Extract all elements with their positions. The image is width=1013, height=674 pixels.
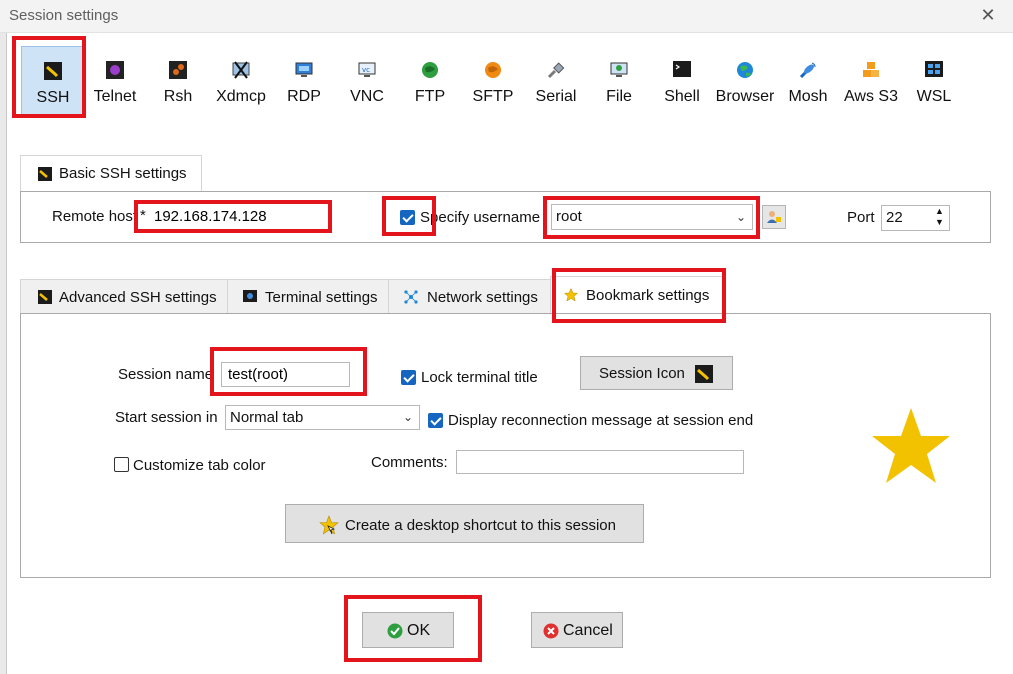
lock-terminal-title-checkbox[interactable]	[401, 370, 416, 385]
ssh-key-icon	[695, 365, 713, 383]
session-name-label: Session name	[118, 366, 214, 383]
rsh-icon	[169, 61, 187, 79]
rdp-monitor-icon	[295, 62, 313, 77]
ftp-globe-icon	[422, 62, 438, 78]
annotation-box-remote-host	[134, 200, 332, 233]
customize-tab-color-checkbox[interactable]	[114, 457, 129, 472]
annotation-box-session-name	[210, 347, 367, 396]
cancel-button[interactable]: Cancel	[531, 612, 623, 648]
protocol-telnet[interactable]: Telnet	[84, 46, 146, 116]
annotation-box-ssh	[12, 36, 86, 118]
session-icon-button-label: Session Icon	[599, 365, 685, 382]
network-icon	[404, 290, 418, 304]
xdmcp-icon	[232, 61, 250, 79]
title-bar: Session settings ✕	[0, 0, 1013, 33]
tab-label: Network settings	[427, 289, 538, 306]
port-value: 22	[886, 209, 903, 226]
close-icon[interactable]: ✕	[978, 5, 998, 25]
cancel-circle-icon	[543, 623, 559, 639]
large-star-icon	[872, 408, 950, 483]
browser-globe-icon	[737, 62, 753, 78]
protocol-sftp[interactable]: SFTP	[462, 46, 524, 116]
tab-advanced-ssh-settings[interactable]: Advanced SSH settings	[20, 279, 229, 314]
tab-label: Terminal settings	[265, 289, 378, 306]
lock-terminal-title-label: Lock terminal title	[421, 369, 538, 386]
star-shortcut-icon	[319, 515, 339, 535]
session-icon-button[interactable]: Session Icon	[580, 356, 733, 390]
protocol-wsl[interactable]: WSL	[903, 46, 965, 116]
cancel-label: Cancel	[563, 622, 613, 639]
mosh-satellite-icon	[799, 62, 816, 79]
vnc-icon: vc	[358, 62, 376, 77]
create-desktop-shortcut-label: Create a desktop shortcut to this sessio…	[345, 517, 616, 534]
display-reconnection-checkbox[interactable]	[428, 413, 443, 428]
protocol-serial[interactable]: Serial	[525, 46, 587, 116]
user-manager-button[interactable]	[762, 205, 786, 229]
svg-text:vc: vc	[362, 66, 370, 74]
annotation-box-ok	[344, 595, 482, 662]
display-reconnection-label: Display reconnection message at session …	[448, 412, 754, 429]
tab-label: Basic SSH settings	[59, 165, 187, 182]
telnet-icon	[106, 61, 124, 79]
wsl-windows-icon	[925, 61, 943, 77]
remote-host-label: Remote host	[52, 208, 138, 225]
comments-input[interactable]	[456, 450, 744, 474]
user-icon	[767, 211, 781, 223]
ssh-key-icon	[38, 290, 52, 304]
aws-s3-cubes-icon	[863, 62, 879, 77]
port-label: Port	[847, 209, 875, 226]
window-title: Session settings	[9, 7, 119, 24]
protocol-rsh[interactable]: Rsh	[147, 46, 209, 116]
sftp-globe-icon	[485, 62, 501, 78]
protocol-mosh[interactable]: Mosh	[777, 46, 839, 116]
serial-plug-icon	[547, 62, 565, 79]
chevron-down-icon: ⌄	[402, 410, 413, 424]
port-spinner[interactable]: 22 ▲ ▼	[881, 205, 950, 231]
spin-up-icon[interactable]: ▲	[935, 206, 944, 216]
tab-label: Advanced SSH settings	[59, 289, 217, 306]
tab-basic-ssh-settings[interactable]: Basic SSH settings	[20, 155, 202, 193]
file-monitor-icon	[610, 62, 628, 77]
ssh-key-icon	[38, 167, 52, 181]
start-session-value: Normal tab	[230, 409, 304, 426]
annotation-box-username	[543, 196, 760, 239]
protocol-browser[interactable]: Browser	[714, 46, 776, 116]
protocol-rdp[interactable]: RDP	[273, 46, 335, 116]
create-desktop-shortcut-button[interactable]: Create a desktop shortcut to this sessio…	[285, 504, 644, 543]
tab-network-settings[interactable]: Network settings	[388, 279, 552, 314]
shell-terminal-icon	[673, 61, 691, 77]
protocol-ftp[interactable]: FTP	[399, 46, 461, 116]
annotation-box-specify-username	[382, 196, 436, 236]
spin-down-icon[interactable]: ▼	[935, 217, 944, 227]
customize-tab-color-label: Customize tab color	[133, 457, 266, 474]
protocol-label: WSL	[916, 88, 952, 105]
terminal-icon	[243, 290, 257, 302]
protocol-shell[interactable]: Shell	[651, 46, 713, 116]
protocol-xdmcp[interactable]: Xdmcp	[210, 46, 272, 116]
annotation-box-bookmark-tab	[552, 268, 726, 323]
start-session-in-label: Start session in	[115, 409, 218, 426]
protocol-file[interactable]: File	[588, 46, 650, 116]
specify-username-label: Specify username	[420, 209, 541, 226]
protocol-vnc[interactable]: vc VNC	[336, 46, 398, 116]
comments-label: Comments:	[371, 454, 448, 471]
start-session-select[interactable]: Normal tab ⌄	[225, 405, 420, 430]
protocol-aws-s3[interactable]: Aws S3	[840, 46, 902, 116]
background-window-edge	[0, 0, 7, 674]
tab-terminal-settings[interactable]: Terminal settings	[227, 279, 390, 314]
